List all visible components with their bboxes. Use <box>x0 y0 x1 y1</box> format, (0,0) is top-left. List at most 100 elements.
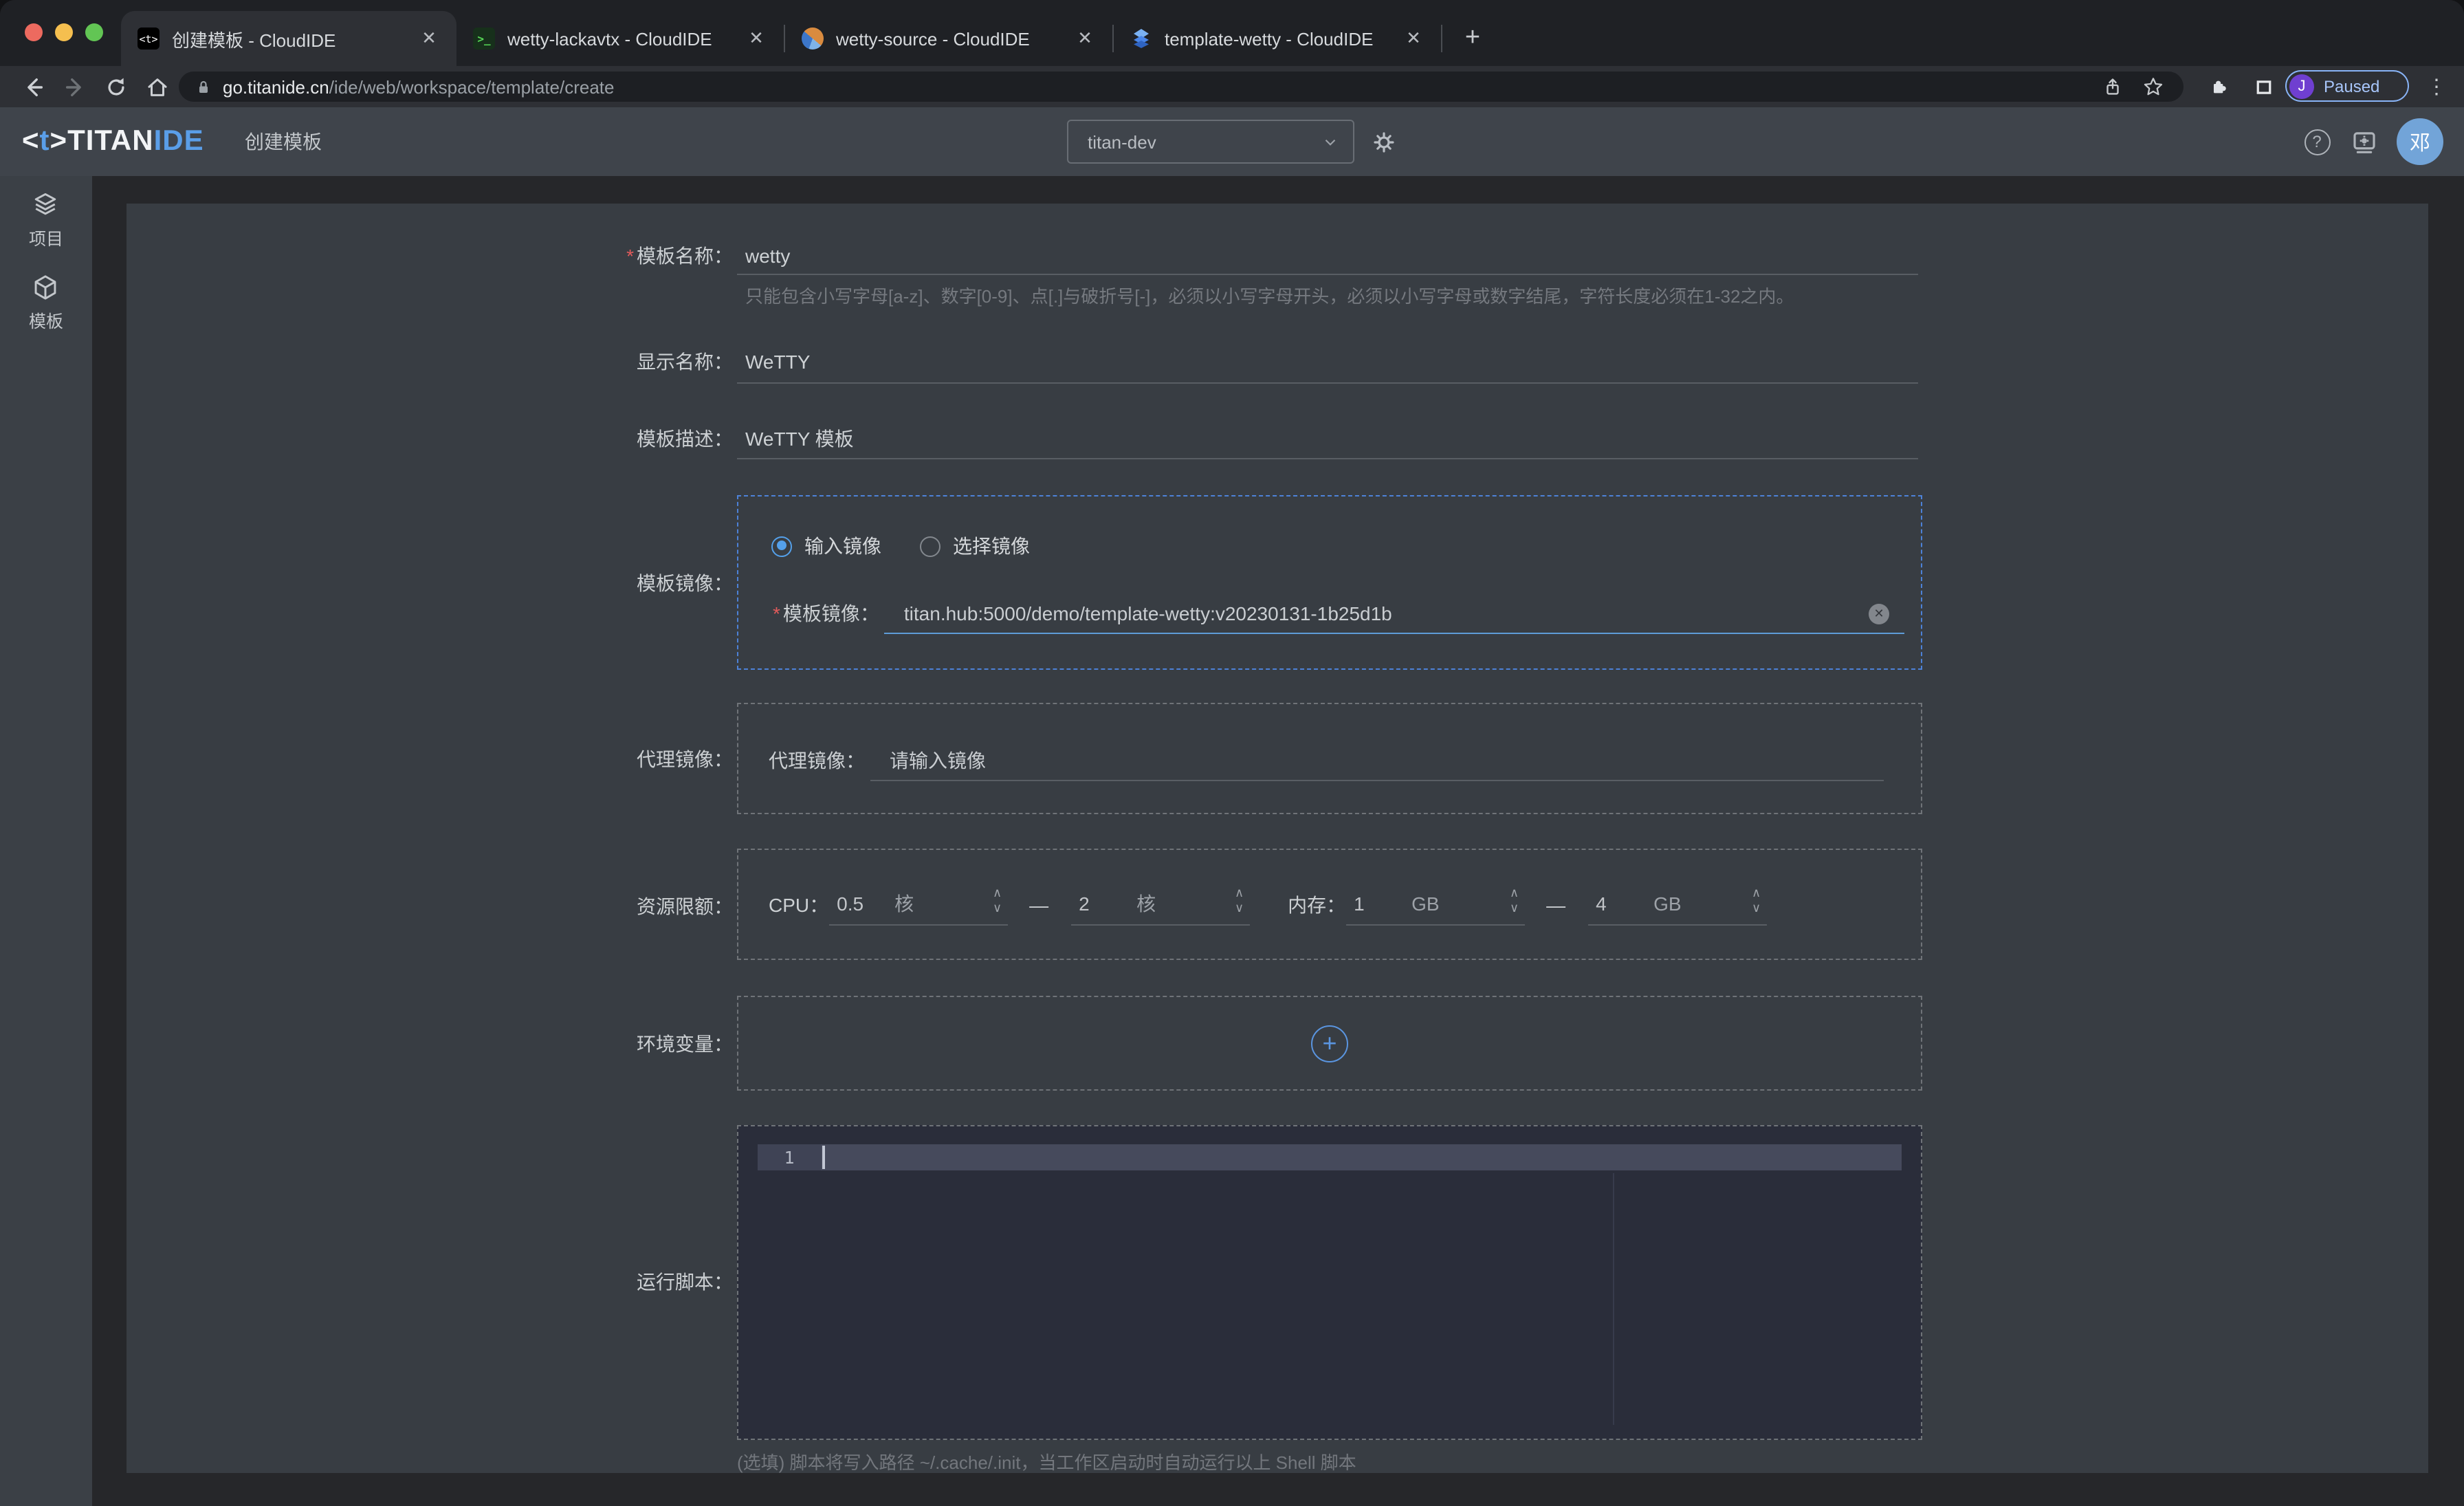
cpu-min-value[interactable]: 0.5 <box>837 893 883 915</box>
proxy-image-input[interactable]: 请输入镜像 <box>890 747 986 774</box>
focused-input-underline <box>884 633 1904 634</box>
memory-label: 内存： <box>1288 891 1345 918</box>
radio-label: 输入镜像 <box>804 532 881 560</box>
cpu-min-stepper[interactable]: 0.5 核 ∧∨ <box>828 884 1007 925</box>
window-controls <box>25 23 103 41</box>
tab-separator <box>1441 25 1442 52</box>
tab-wetty-source[interactable]: wetty-source - CloudIDE ✕ <box>785 11 1112 66</box>
radio-selected-icon <box>771 536 792 556</box>
extensions-puzzle-icon[interactable] <box>2203 70 2236 103</box>
side-panel-icon[interactable] <box>2247 70 2280 103</box>
input-underline <box>737 382 1918 384</box>
cpu-max-stepper[interactable]: 2 核 ∧∨ <box>1070 884 1249 925</box>
forward-button[interactable] <box>58 70 91 103</box>
cpu-label: CPU： <box>769 891 828 918</box>
help-icon[interactable]: ? <box>2298 107 2336 176</box>
template-name-input[interactable]: wetty <box>745 237 790 275</box>
code-server-favicon <box>802 28 824 50</box>
page-title: 创建模板 <box>245 107 322 176</box>
field-label-resource-quota: 资源限额： <box>126 887 733 926</box>
address-bar[interactable]: go.titanide.cn/ide/web/workspace/templat… <box>179 72 2184 102</box>
profile-avatar: J <box>2289 74 2314 98</box>
tab-wetty-lackavtx[interactable]: >_ wetty-lackavtx - CloudIDE ✕ <box>456 11 784 66</box>
reload-button[interactable] <box>99 70 132 103</box>
cpu-max-unit: 核 <box>1136 890 1156 917</box>
stepper-arrows[interactable]: ∧∨ <box>1510 885 1519 915</box>
chevron-down-icon <box>1321 133 1339 151</box>
tab-template-wetty[interactable]: template-wetty - CloudIDE ✕ <box>1114 11 1441 66</box>
field-label-display-name: 显示名称： <box>126 342 733 381</box>
console-settings-icon[interactable] <box>2344 107 2383 176</box>
profile-button[interactable]: J Paused <box>2285 70 2409 102</box>
close-tab-icon[interactable]: ✕ <box>418 28 440 50</box>
workspace-select[interactable]: titan-dev <box>1067 120 1354 164</box>
bookmark-star-icon[interactable] <box>2137 70 2170 103</box>
browser-window: <t> 创建模板 - CloudIDE ✕ >_ wetty-lackavtx … <box>0 0 2464 1506</box>
memory-max-value[interactable]: 4 <box>1596 893 1642 915</box>
titanide-favicon: <t> <box>138 28 160 50</box>
required-mark: * <box>773 602 780 624</box>
clear-input-icon[interactable]: ✕ <box>1869 604 1889 624</box>
sidebar-item-templates[interactable]: 模板 <box>29 272 63 333</box>
minimize-window-button[interactable] <box>55 23 73 41</box>
stepper-arrows[interactable]: ∧∨ <box>1235 885 1244 915</box>
field-label-run-script: 运行脚本： <box>126 1263 733 1301</box>
cpu-min-unit: 核 <box>894 890 914 917</box>
titanide-logo: <t>TITANIDE <box>22 107 204 176</box>
radio-select-image[interactable]: 选择镜像 <box>920 532 1030 560</box>
sidebar-item-projects[interactable]: 项目 <box>29 190 63 250</box>
memory-max-unit: GB <box>1653 893 1681 915</box>
input-underline <box>870 780 1884 781</box>
field-label-template-image: 模板镜像： <box>126 564 733 602</box>
stepper-arrows[interactable]: ∧∨ <box>1752 885 1761 915</box>
workspace-select-value: titan-dev <box>1088 131 1156 152</box>
radio-label: 选择镜像 <box>953 532 1030 560</box>
stepper-arrows[interactable]: ∧∨ <box>993 885 1002 915</box>
env-vars-section: + <box>737 996 1922 1091</box>
cpu-max-value[interactable]: 2 <box>1079 893 1125 915</box>
share-icon[interactable] <box>2096 70 2128 103</box>
run-script-editor[interactable]: 1 <box>737 1125 1922 1440</box>
sync-paused-status: Paused <box>2324 76 2379 96</box>
template-image-input[interactable]: titan.hub:5000/demo/template-wetty:v2023… <box>904 602 1392 624</box>
memory-min-stepper[interactable]: 1 GB ∧∨ <box>1345 884 1524 925</box>
close-window-button[interactable] <box>25 23 43 41</box>
template-image-section: 输入镜像 选择镜像 * 模板镜像： titan.hub:5000/demo/te… <box>737 495 1922 670</box>
new-tab-button[interactable]: + <box>1453 11 1492 66</box>
browser-menu-icon[interactable]: ⋮ <box>2423 70 2450 103</box>
radio-input-image[interactable]: 输入镜像 <box>771 532 881 560</box>
app-sidebar: 项目 模板 <box>0 176 92 1506</box>
maximize-window-button[interactable] <box>85 23 103 41</box>
close-tab-icon[interactable]: ✕ <box>745 28 767 50</box>
home-button[interactable] <box>140 70 173 103</box>
sidebar-item-label: 模板 <box>29 307 63 333</box>
tab-title: 创建模板 - CloudIDE <box>172 25 406 52</box>
tab-create-template[interactable]: <t> 创建模板 - CloudIDE ✕ <box>121 11 456 66</box>
input-underline <box>737 458 1918 459</box>
editor-line-number: 1 <box>758 1144 821 1170</box>
terminal-favicon: >_ <box>473 28 495 50</box>
description-input[interactable]: WeTTY 模板 <box>745 419 854 458</box>
workspace-settings-gear-icon[interactable] <box>1364 107 1402 176</box>
memory-max-stepper[interactable]: 4 GB ∧∨ <box>1587 884 1766 925</box>
close-tab-icon[interactable]: ✕ <box>1402 28 1424 50</box>
memory-min-unit: GB <box>1411 893 1439 915</box>
main-background: *模板名称： wetty 只能包含小写字母[a-z]、数字[0-9]、点[.]与… <box>92 176 2464 1506</box>
create-template-form: *模板名称： wetty 只能包含小写字母[a-z]、数字[0-9]、点[.]与… <box>126 204 2428 1473</box>
url-path: /ide/web/workspace/template/create <box>329 76 615 97</box>
template-name-help: 只能包含小写字母[a-z]、数字[0-9]、点[.]与破折号[-]，必须以小写字… <box>745 282 1794 308</box>
back-button[interactable] <box>16 70 50 103</box>
sidebar-item-label: 项目 <box>29 224 63 250</box>
add-env-var-button[interactable]: + <box>1311 1025 1348 1062</box>
display-name-input[interactable]: WeTTY <box>745 342 810 381</box>
lock-icon <box>195 78 212 96</box>
editor-ruler <box>1613 1173 1614 1425</box>
user-avatar[interactable]: 邓 <box>2397 118 2443 165</box>
field-label-proxy-image: 代理镜像： <box>126 740 733 778</box>
radio-unselected-icon <box>920 536 940 556</box>
field-label-env-vars: 环境变量： <box>126 1025 733 1063</box>
cube-icon <box>31 272 61 303</box>
close-tab-icon[interactable]: ✕ <box>1074 28 1096 50</box>
memory-min-value[interactable]: 1 <box>1354 893 1400 915</box>
proxy-image-section: 代理镜像： 请输入镜像 <box>737 703 1922 814</box>
